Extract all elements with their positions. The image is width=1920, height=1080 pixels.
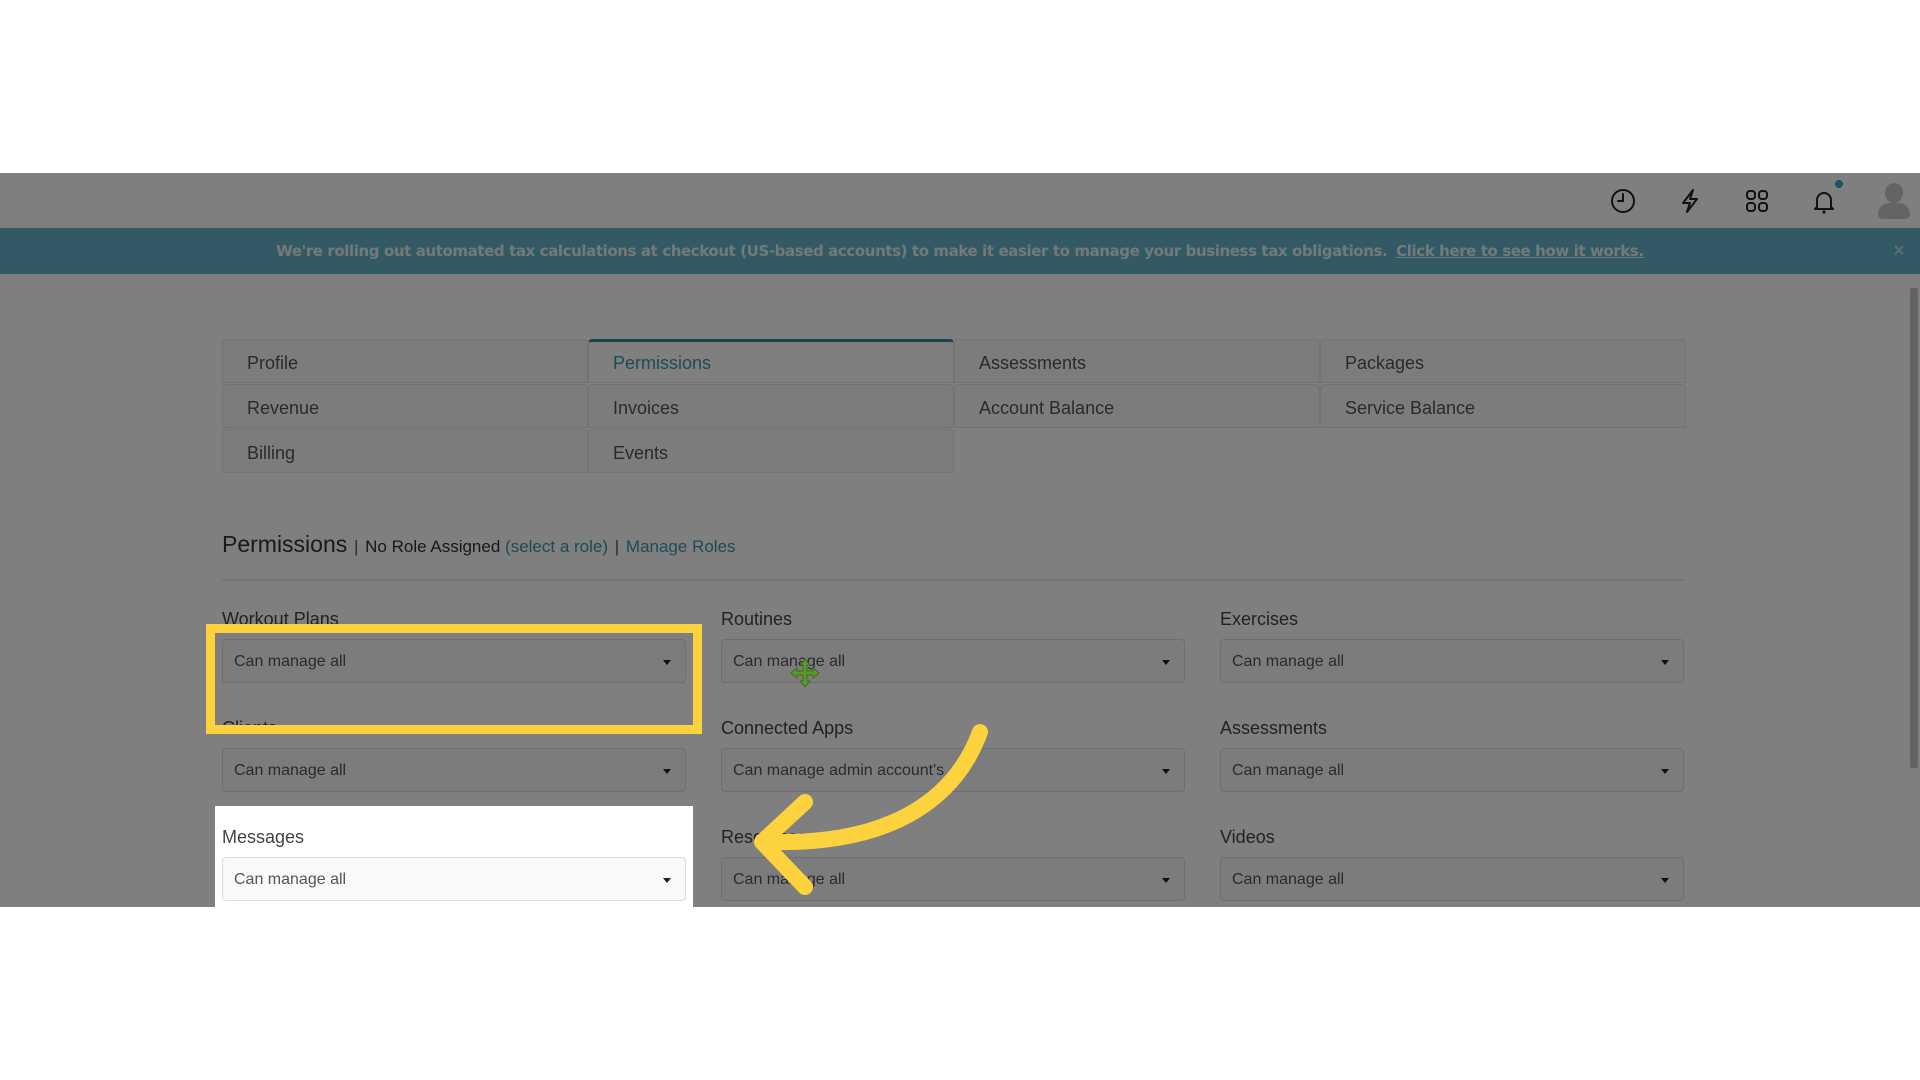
dim-overlay (0, 806, 215, 907)
dim-overlay (0, 173, 1920, 806)
screenshot-area: We're rolling out automated tax calculat… (0, 173, 1920, 907)
dim-overlay (693, 806, 1920, 907)
permission-field-messages: Messages Can manage all (222, 827, 686, 901)
select-value: Can manage all (234, 871, 347, 888)
messages-select[interactable]: Can manage all (222, 857, 686, 901)
caret-down-icon (663, 878, 671, 883)
field-label: Messages (222, 827, 305, 847)
move-cursor-icon (790, 658, 820, 688)
